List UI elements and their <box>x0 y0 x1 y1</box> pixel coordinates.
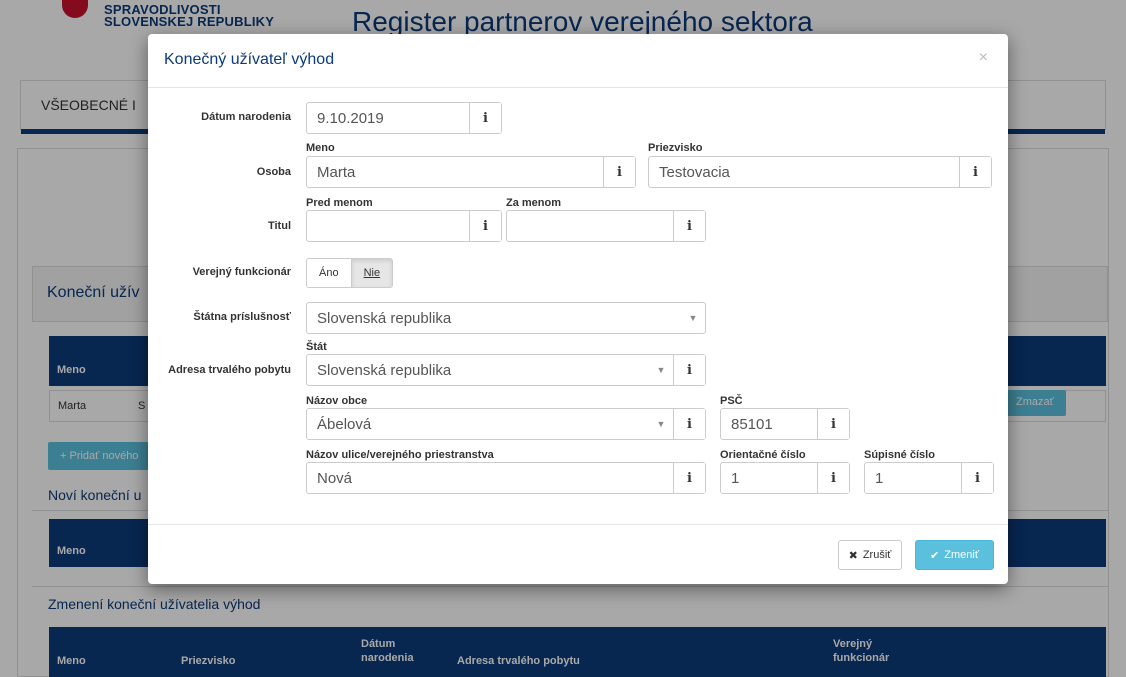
label-datum: Dátum narodenia <box>201 111 291 123</box>
municipality-select[interactable]: Ábelová ▼ i <box>306 408 706 440</box>
registry-number-input[interactable]: 1 <box>865 463 961 493</box>
info-icon[interactable]: i <box>817 409 849 439</box>
orientation-number-field[interactable]: 1 i <box>720 462 850 494</box>
label-pred-menom: Pred menom <box>306 197 373 209</box>
chevron-down-icon[interactable]: ▼ <box>649 355 673 385</box>
info-icon[interactable]: i <box>959 157 991 187</box>
close-icon[interactable]: × <box>979 49 988 67</box>
label-titul: Titul <box>267 220 291 232</box>
first-name-field[interactable]: Marta i <box>306 156 636 188</box>
street-input[interactable]: Nová <box>307 463 673 493</box>
change-button-label: Zmeniť <box>944 549 979 561</box>
orientation-number-input[interactable]: 1 <box>721 463 817 493</box>
modal-title: Konečný užívateľ výhod <box>164 51 335 68</box>
cancel-button-label: Zrušiť <box>862 549 892 561</box>
nationality-select[interactable]: Slovenská republika ▼ <box>306 302 706 334</box>
postal-code-field[interactable]: 85101 i <box>720 408 850 440</box>
birthdate-field[interactable]: 9.10.2019 i <box>306 102 502 134</box>
country-select[interactable]: Slovenská republika ▼ i <box>306 354 706 386</box>
info-icon[interactable]: i <box>673 463 705 493</box>
info-icon[interactable]: i <box>603 157 635 187</box>
label-funkcionar: Verejný funkcionár <box>192 266 291 278</box>
last-name-input[interactable]: Testovacia <box>649 157 959 187</box>
label-stat: Štát <box>306 341 327 353</box>
postal-code-input[interactable]: 85101 <box>721 409 817 439</box>
municipality-value[interactable]: Ábelová <box>307 409 649 439</box>
info-icon[interactable]: i <box>469 103 501 133</box>
chevron-down-icon[interactable]: ▼ <box>681 303 705 333</box>
country-value[interactable]: Slovenská republika <box>307 355 649 385</box>
cancel-button[interactable]: ✖ Zrušiť <box>838 540 902 570</box>
title-before-input[interactable] <box>307 211 469 241</box>
first-name-input[interactable]: Marta <box>307 157 603 187</box>
label-za-menom: Za menom <box>506 197 562 209</box>
label-meno: Meno <box>306 142 335 154</box>
modal-header: Konečný užívateľ výhod × <box>148 34 1008 88</box>
last-name-field[interactable]: Testovacia i <box>648 156 992 188</box>
info-icon[interactable]: i <box>469 211 501 241</box>
label-adresa: Adresa trvalého pobytu <box>168 364 291 376</box>
label-psc: PSČ <box>720 395 743 407</box>
close-icon: ✖ <box>848 549 858 562</box>
label-obec: Názov obce <box>306 395 368 407</box>
label-ulica: Názov ulice/verejného priestranstva <box>306 449 494 461</box>
title-after-input[interactable] <box>507 211 673 241</box>
checkmark-icon: ✔ <box>930 549 940 562</box>
beneficiary-modal: Konečný užívateľ výhod × Dátum narodenia… <box>148 34 1008 584</box>
nationality-value[interactable]: Slovenská republika <box>307 303 681 333</box>
modal-footer: ✖ Zrušiť ✔ Zmeniť <box>148 524 1008 584</box>
toggle-yes[interactable]: Áno <box>307 259 351 287</box>
info-icon[interactable]: i <box>817 463 849 493</box>
street-field[interactable]: Nová i <box>306 462 706 494</box>
registry-number-field[interactable]: 1 i <box>864 462 994 494</box>
title-before-field[interactable]: i <box>306 210 502 242</box>
info-icon[interactable]: i <box>961 463 993 493</box>
label-osoba: Osoba <box>256 166 291 178</box>
chevron-down-icon[interactable]: ▼ <box>649 409 673 439</box>
label-priezvisko: Priezvisko <box>648 142 703 154</box>
label-orientacne: Orientačné číslo <box>720 449 806 461</box>
info-icon[interactable]: i <box>673 211 705 241</box>
public-official-toggle[interactable]: Áno Nie <box>306 258 394 288</box>
birthdate-input[interactable]: 9.10.2019 <box>307 103 469 133</box>
label-supisne: Súpisné číslo <box>864 449 935 461</box>
title-after-field[interactable]: i <box>506 210 706 242</box>
toggle-no[interactable]: Nie <box>350 259 393 287</box>
label-statna: Štátna príslušnosť <box>193 311 291 323</box>
info-icon[interactable]: i <box>673 409 705 439</box>
info-icon[interactable]: i <box>673 355 705 385</box>
change-button[interactable]: ✔ Zmeniť <box>915 540 994 570</box>
